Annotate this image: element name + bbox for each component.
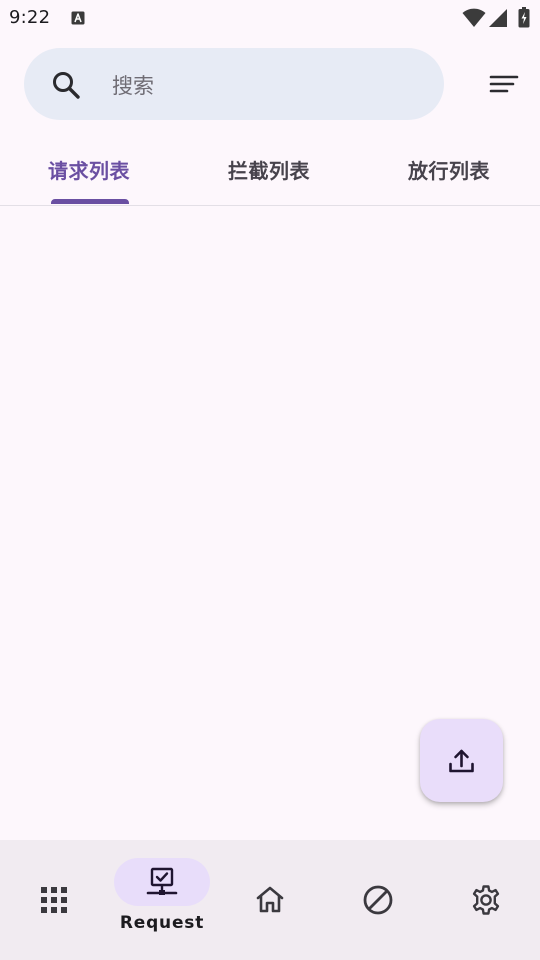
tab-allow-list[interactable]: 放行列表 — [360, 133, 540, 205]
home-icon — [256, 886, 284, 913]
sort-icon — [489, 75, 519, 93]
notification-a-icon — [71, 11, 85, 25]
battery-icon — [518, 7, 530, 28]
nav-label-request: Request — [119, 913, 205, 933]
tab-label: 请求列表 — [48, 159, 130, 183]
settings-icon — [472, 885, 500, 915]
status-bar: 9:22 — [0, 0, 540, 36]
request-monitor-icon — [146, 867, 178, 895]
nav-item-home[interactable] — [216, 840, 324, 960]
nav-item-settings[interactable] — [432, 840, 540, 960]
nav-item-request[interactable]: Request — [108, 840, 216, 960]
search-bar[interactable]: 搜索 — [24, 48, 444, 120]
apps-grid-icon — [41, 887, 67, 913]
sort-button[interactable] — [480, 64, 528, 104]
nav-item-block[interactable] — [324, 840, 432, 960]
block-icon — [363, 885, 393, 915]
nav-item-apps[interactable] — [0, 840, 108, 960]
tab-request-list[interactable]: 请求列表 — [0, 133, 180, 205]
tab-intercept-list[interactable]: 拦截列表 — [180, 133, 360, 205]
tab-indicator — [51, 199, 129, 204]
tab-label: 放行列表 — [408, 159, 490, 183]
signal-icon — [489, 9, 507, 27]
tab-bar: 请求列表 拦截列表 放行列表 — [0, 133, 540, 206]
bottom-navigation: Request — [0, 840, 540, 960]
search-input[interactable]: 搜索 — [112, 70, 154, 100]
upload-fab[interactable] — [420, 719, 503, 802]
upload-icon — [449, 749, 474, 773]
status-time: 9:22 — [9, 7, 51, 28]
tab-label: 拦截列表 — [228, 159, 310, 183]
app-screen: 9:22 搜索 请求列表 拦截列表 放行列表 Request — [0, 0, 540, 960]
wifi-icon — [462, 8, 486, 27]
search-icon — [53, 72, 80, 99]
